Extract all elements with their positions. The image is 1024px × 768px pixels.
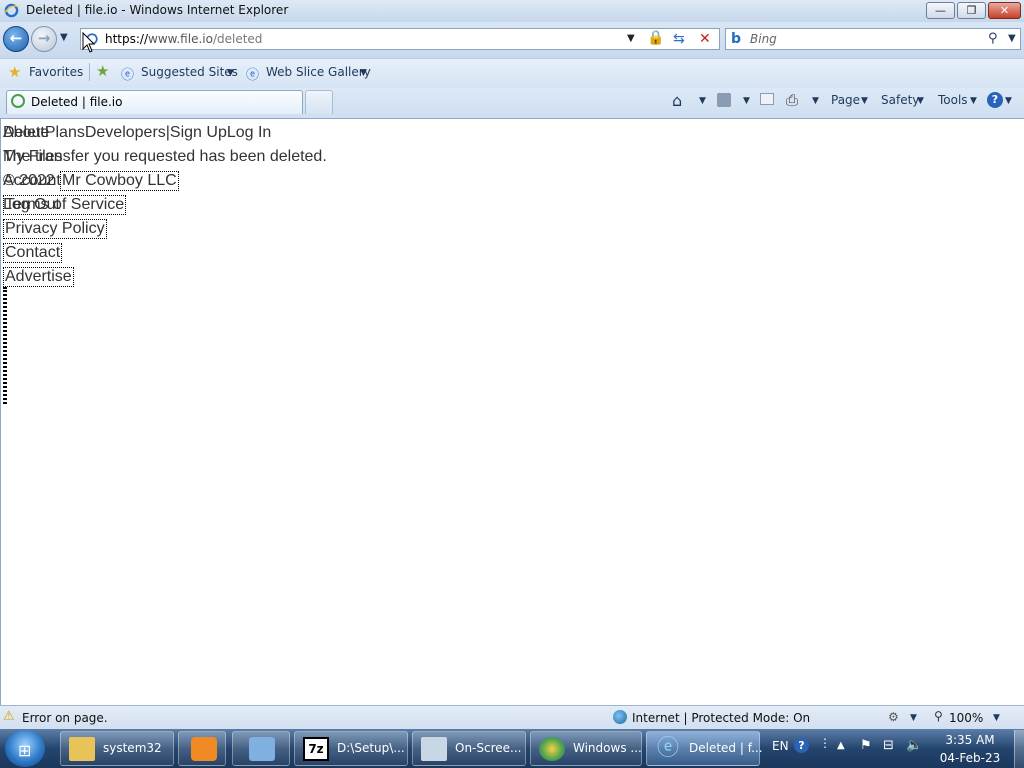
security-zone[interactable]: Internet | Protected Mode: On bbox=[632, 711, 810, 725]
close-button[interactable]: ✕ bbox=[988, 2, 1021, 19]
error-status[interactable]: Error on page. bbox=[22, 711, 108, 725]
language-indicator[interactable]: EN bbox=[772, 739, 789, 753]
control-panel-icon bbox=[249, 737, 275, 761]
ie-page-icon: ⓔ bbox=[246, 68, 260, 83]
taskbar-item-ie[interactable]: ⓔ Deleted | f... bbox=[646, 731, 763, 766]
taskbar-item-on-screen-keyboard[interactable]: On-Scree... bbox=[412, 731, 526, 766]
chevron-down-icon[interactable]: ▼ bbox=[360, 68, 367, 78]
minimize-button[interactable]: — bbox=[926, 2, 955, 19]
tools-menu[interactable]: Tools bbox=[938, 93, 968, 107]
taskbar-item-media-player[interactable] bbox=[178, 731, 226, 766]
page-menu[interactable]: Page bbox=[831, 93, 860, 107]
my-files-link[interactable]: My Files bbox=[3, 148, 63, 166]
maximize-button[interactable]: ❐ bbox=[957, 2, 986, 19]
chevron-down-icon[interactable]: ▼ bbox=[917, 96, 924, 106]
taskbar-item-7zip[interactable]: 7z D:\Setup\... bbox=[294, 731, 408, 766]
back-button[interactable]: ← bbox=[3, 26, 29, 52]
warning-icon[interactable]: ⚠ bbox=[3, 709, 15, 724]
status-bar bbox=[0, 705, 1024, 730]
taskbar-item-control-panel[interactable] bbox=[232, 731, 290, 766]
lock-icon[interactable]: 🔒 bbox=[647, 30, 664, 46]
advertise-link[interactable]: Advertise bbox=[3, 267, 74, 287]
mouse-cursor-icon bbox=[82, 32, 96, 53]
show-desktop-button[interactable] bbox=[1014, 730, 1024, 768]
ie-logo-icon bbox=[4, 3, 19, 18]
suggested-sites-link[interactable]: Suggested Sites bbox=[141, 65, 238, 79]
home-icon[interactable]: ⌂ bbox=[672, 91, 682, 110]
chevron-down-icon[interactable]: ▼ bbox=[699, 96, 706, 106]
clock-time[interactable]: 3:35 AM bbox=[930, 733, 1010, 747]
mr-cowboy-link[interactable]: Mr Cowboy LLC bbox=[60, 171, 179, 191]
privacy-link[interactable]: Privacy Policy bbox=[3, 219, 107, 239]
terms-link[interactable]: Terms of Service bbox=[3, 195, 127, 215]
tab-label: Deleted | file.io bbox=[31, 95, 123, 109]
ie-page-icon: ⓔ bbox=[121, 68, 135, 83]
show-hidden-icons-icon[interactable]: ▲ bbox=[837, 740, 845, 751]
forward-arrow-icon: → bbox=[37, 29, 51, 47]
favorites-star-icon: ★ bbox=[8, 63, 22, 81]
chevron-down-icon[interactable]: ▼ bbox=[743, 96, 750, 106]
compatibility-view-icon[interactable]: ⇆ bbox=[673, 31, 685, 47]
mail-icon[interactable] bbox=[760, 93, 774, 105]
tab-deleted-file-io[interactable]: Deleted | file.io bbox=[6, 90, 303, 114]
search-box[interactable]: b Bing ⚲ ▼ bbox=[725, 28, 1021, 50]
help-icon[interactable]: ? bbox=[987, 92, 1003, 108]
focus-outline bbox=[3, 287, 7, 404]
new-tab-button[interactable] bbox=[305, 90, 333, 114]
7zip-icon: 7z bbox=[303, 737, 329, 761]
safety-menu[interactable]: Safety bbox=[881, 93, 919, 107]
address-dropdown-icon[interactable]: ▼ bbox=[627, 33, 635, 44]
favorites-button[interactable]: Favorites bbox=[29, 65, 83, 79]
forward-button[interactable]: → bbox=[31, 26, 57, 52]
folder-icon bbox=[69, 737, 95, 761]
search-icon[interactable]: ⚲ bbox=[988, 31, 998, 46]
taskbar-item-windows[interactable]: Windows ... bbox=[530, 731, 642, 766]
add-favorite-icon[interactable]: ★ bbox=[96, 62, 109, 80]
print-icon[interactable]: ⎙ bbox=[786, 91, 798, 109]
feeds-icon[interactable] bbox=[717, 93, 731, 107]
protected-mode-icon[interactable]: ⚙ bbox=[888, 710, 899, 724]
action-center-icon[interactable]: ⚑ bbox=[860, 738, 872, 753]
windows-logo-icon: ⊞ bbox=[18, 741, 32, 760]
chevron-down-icon[interactable]: ▼ bbox=[861, 96, 868, 106]
address-url[interactable]: https://www.file.io/deleted bbox=[105, 32, 262, 46]
windows-orb-icon bbox=[539, 737, 565, 761]
network-icon[interactable]: ⊟ bbox=[883, 738, 894, 753]
zoom-icon: ⚲ bbox=[934, 709, 943, 723]
globe-icon bbox=[613, 710, 627, 724]
chevron-down-icon[interactable]: ▼ bbox=[227, 68, 234, 78]
search-options-dropdown-icon[interactable]: ▼ bbox=[1008, 33, 1016, 44]
delete-link[interactable]: Delete bbox=[3, 124, 49, 142]
chevron-down-icon[interactable]: ▼ bbox=[1005, 96, 1012, 106]
contact-link[interactable]: Contact bbox=[3, 243, 63, 263]
ie-logo-icon: ⓔ bbox=[656, 736, 679, 761]
chevron-down-icon[interactable]: ▼ bbox=[812, 96, 819, 106]
chevron-down-icon[interactable]: ▼ bbox=[993, 713, 1000, 723]
help-icon[interactable]: ? bbox=[794, 738, 809, 753]
media-player-icon bbox=[191, 737, 217, 761]
recent-pages-dropdown-icon[interactable]: ▼ bbox=[60, 32, 68, 43]
address-bar[interactable]: https://www.file.io/deleted ▼ 🔒 ⇆ ✕ bbox=[80, 28, 720, 50]
volume-muted-icon[interactable]: 🔈 bbox=[906, 738, 922, 753]
input-options-icon[interactable]: ⋮ bbox=[819, 736, 831, 750]
clock-date[interactable]: 04-Feb-23 bbox=[930, 751, 1010, 765]
web-slice-gallery-link[interactable]: Web Slice Gallery bbox=[266, 65, 371, 79]
back-arrow-icon: ← bbox=[9, 29, 23, 47]
window-titlebar: Deleted | file.io - Windows Internet Exp… bbox=[0, 0, 1024, 22]
bing-logo-icon: b bbox=[731, 31, 742, 47]
window-title: Deleted | file.io - Windows Internet Exp… bbox=[26, 3, 289, 17]
keyboard-icon bbox=[421, 737, 447, 761]
page-content bbox=[0, 119, 1024, 705]
chevron-down-icon[interactable]: ▼ bbox=[970, 96, 977, 106]
account-link[interactable]: Account bbox=[3, 172, 61, 190]
stop-icon[interactable]: ✕ bbox=[699, 31, 711, 47]
loading-spinner-icon bbox=[11, 94, 25, 108]
taskbar-item-system32[interactable]: system32 bbox=[60, 731, 174, 766]
chevron-down-icon[interactable]: ▼ bbox=[910, 713, 917, 723]
search-placeholder: Bing bbox=[750, 32, 777, 46]
zoom-level[interactable]: 100% bbox=[949, 711, 983, 725]
favorites-divider bbox=[89, 63, 90, 81]
